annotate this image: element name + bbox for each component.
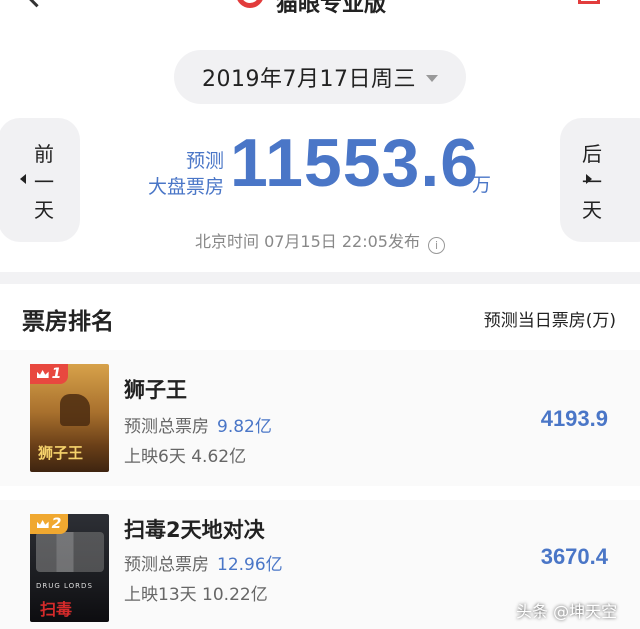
predicted-total-line: 预测总票房 12.96亿: [124, 550, 283, 575]
daily-forecast-value: 3670.4: [540, 544, 608, 569]
publish-info-row: 北京时间 07月15日 22:05发布 i: [0, 228, 640, 254]
next-day-button[interactable]: 后 一 天: [560, 118, 640, 242]
predicted-total-unit: 万: [472, 174, 492, 196]
predicted-total-label: 预测 大盘票房: [140, 148, 224, 200]
date-selector[interactable]: 2019年7月17日周三: [174, 50, 466, 104]
share-icon[interactable]: [578, 0, 600, 4]
publish-info: 北京时间 07月15日 22:05发布: [194, 232, 420, 251]
predicted-total-line: 预测总票房 9.82亿: [124, 412, 272, 437]
arrow-left-icon: [20, 174, 26, 184]
prev-day-char: 一: [34, 170, 54, 194]
predicted-total-amount: 12.96亿: [217, 555, 283, 575]
ranking-column-label: 预测当日票房(万): [483, 311, 616, 331]
predicted-total-text: 预测总票房: [124, 417, 209, 437]
prev-day-button[interactable]: 前 一 天: [0, 118, 80, 242]
info-icon[interactable]: i: [428, 237, 445, 254]
ranking-header: 票房排名 预测当日票房(万): [0, 284, 640, 348]
poster-art: [36, 532, 104, 572]
rank-badge: 1: [30, 364, 68, 384]
ranking-row[interactable]: 狮子王 1 狮子王 预测总票房 9.82亿 上映6天 4.62亿 4193.9: [0, 350, 640, 486]
poster-art: [60, 394, 90, 426]
back-icon[interactable]: [21, 0, 52, 8]
top-title: 猫眼专业版: [276, 0, 387, 17]
section-divider: [0, 272, 640, 284]
crown-icon: [36, 370, 49, 378]
predicted-total-amount: 9.82亿: [217, 417, 272, 437]
caret-down-icon: [425, 74, 438, 82]
ranking-title: 票房排名: [22, 309, 114, 335]
released-info: 上映6天 4.62亿: [124, 447, 247, 467]
row-gap: [0, 486, 640, 500]
predicted-total-text: 预测总票房: [124, 555, 209, 575]
crown-icon: [36, 520, 49, 528]
daily-forecast-value: 4193.9: [540, 406, 608, 431]
rank-number: 1: [51, 366, 62, 382]
poster-title: 扫毒: [40, 600, 73, 619]
predicted-total-value: 11553.6: [230, 125, 480, 201]
released-info: 上映13天 10.22亿: [124, 585, 268, 605]
next-day-char: 天: [582, 198, 602, 222]
poster-title: 狮子王: [38, 444, 84, 462]
predicted-label-line-2: 大盘票房: [147, 176, 224, 198]
prev-day-char: 天: [34, 198, 54, 222]
date-label: 2019年7月17日周三: [202, 67, 416, 92]
poster-subtitle: DRUG LORDS: [36, 582, 93, 590]
brand-logo-icon: [236, 0, 264, 8]
rank-badge: 2: [30, 514, 68, 534]
predicted-label-line-1: 预测: [185, 150, 224, 172]
top-bar: 猫眼专业版: [0, 0, 640, 25]
movie-title: 扫毒2天地对决: [124, 518, 265, 542]
next-day-char: 一: [582, 170, 602, 194]
watermark: 头条 @坤天空: [516, 602, 618, 621]
rank-number: 2: [51, 516, 62, 532]
prev-day-char: 前: [34, 142, 54, 166]
next-day-char: 后: [582, 142, 602, 166]
movie-title: 狮子王: [124, 378, 187, 402]
forecast-header: 2019年7月17日周三 前 一 天 预测 大盘票房 11553.6 万 后 一…: [0, 24, 640, 274]
